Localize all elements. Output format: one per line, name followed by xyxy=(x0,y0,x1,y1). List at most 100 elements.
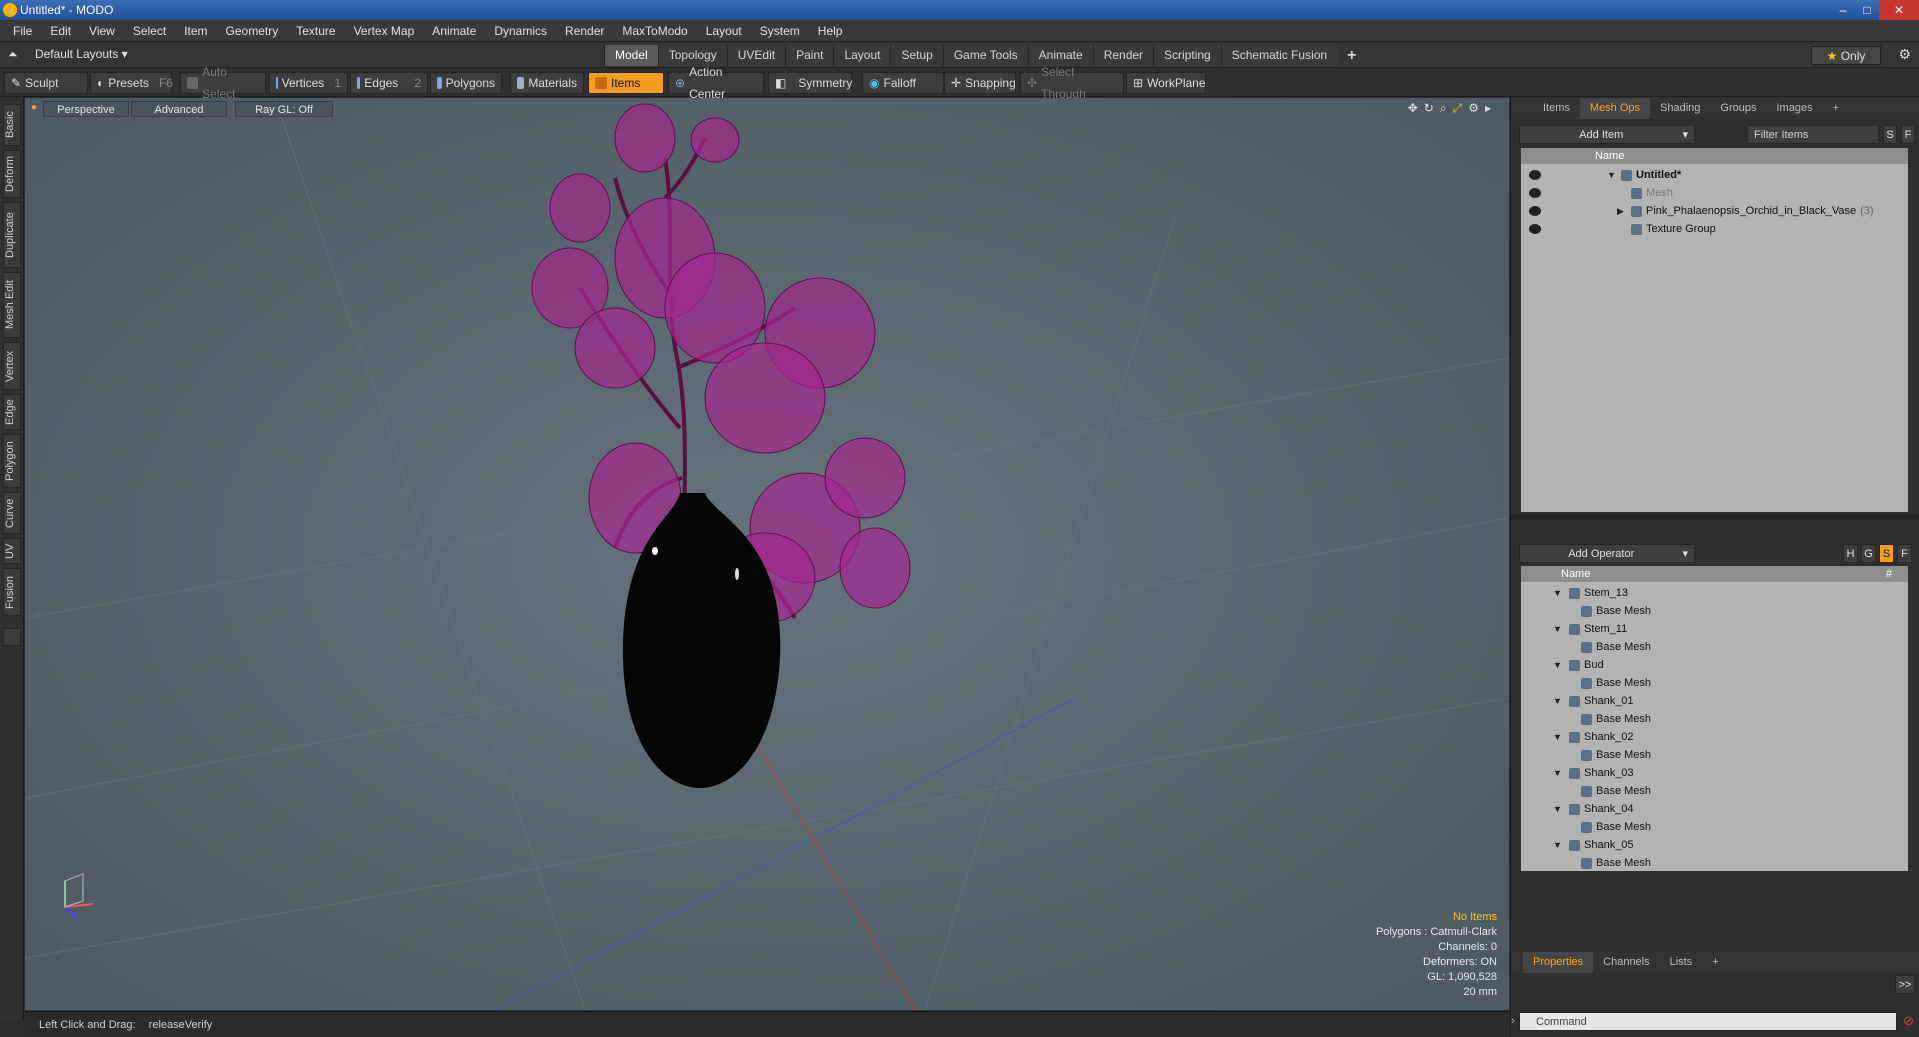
operator-child-row[interactable]: Base Mesh xyxy=(1521,638,1908,656)
vertices-button[interactable]: Vertices 1 xyxy=(269,72,348,94)
operator-row[interactable]: ▼ Shank_01 xyxy=(1521,692,1908,710)
visibility-eye-icon[interactable] xyxy=(1529,224,1541,234)
left-tab-mesh-edit[interactable]: Mesh Edit xyxy=(3,272,21,338)
viewport-arrow-icon[interactable]: ▸ xyxy=(1485,101,1491,116)
item-row[interactable]: Texture Group xyxy=(1521,220,1908,238)
symmetry-button[interactable]: ◧ Symmetry xyxy=(768,72,852,94)
props-tab-properties[interactable]: Properties xyxy=(1523,952,1594,973)
expand-triangle-icon[interactable]: ▼ xyxy=(1553,836,1562,854)
operator-child-row[interactable]: Base Mesh xyxy=(1521,782,1908,800)
stop-icon[interactable]: ⊘ xyxy=(1903,1013,1914,1029)
add-panel-tab-icon[interactable]: + xyxy=(1823,98,1849,119)
expand-triangle-icon[interactable]: ▼ xyxy=(1607,166,1616,184)
tab-setup[interactable]: Setup xyxy=(890,45,943,66)
visibility-eye-icon[interactable] xyxy=(1529,206,1541,216)
items-f-button[interactable]: F xyxy=(1901,125,1915,144)
minimize-icon[interactable]: – xyxy=(1831,0,1855,20)
add-item-button[interactable]: Add Item ▾ xyxy=(1519,125,1695,144)
collapse-triangle-icon[interactable]: ▶ xyxy=(1617,202,1624,220)
operator-child-row[interactable]: Base Mesh xyxy=(1521,818,1908,836)
pan-icon[interactable]: ✥ xyxy=(1408,101,1418,116)
falloff-button[interactable]: ◉ Falloff xyxy=(862,72,944,94)
sculpt-button[interactable]: ✎ Sculpt xyxy=(4,72,88,94)
3d-viewport[interactable]: ● Perspective Advanced Ray GL: Off ✥ ↻ ⌕… xyxy=(25,98,1509,1010)
menu-item-select[interactable]: Select xyxy=(124,24,175,38)
menu-item-system[interactable]: System xyxy=(751,24,809,38)
viewport-menu-icon[interactable]: ● xyxy=(31,102,37,113)
left-tab-vertex[interactable]: Vertex xyxy=(3,342,21,390)
left-tab-basic[interactable]: Basic xyxy=(3,104,21,146)
left-tab-polygon[interactable]: Polygon xyxy=(3,434,21,488)
tab-game-tools[interactable]: Game Tools xyxy=(942,45,1028,66)
tab-paint[interactable]: Paint xyxy=(785,45,834,66)
add-operator-button[interactable]: Add Operator ▾ xyxy=(1519,544,1695,563)
props-tab-channels[interactable]: Channels xyxy=(1593,952,1659,973)
workplane-button[interactable]: ⊞ WorkPlane xyxy=(1126,72,1206,94)
menu-item-help[interactable]: Help xyxy=(809,24,852,38)
menu-item-geometry[interactable]: Geometry xyxy=(217,24,288,38)
tab-model[interactable]: Model xyxy=(604,45,658,66)
menu-item-vertex-map[interactable]: Vertex Map xyxy=(345,24,424,38)
left-tab-duplicate[interactable]: Duplicate xyxy=(3,202,21,268)
menu-item-file[interactable]: File xyxy=(4,24,41,38)
panel-tab-shading[interactable]: Shading xyxy=(1650,98,1710,119)
left-tab-curve[interactable]: Curve xyxy=(3,492,21,534)
expand-triangle-icon[interactable]: ▼ xyxy=(1553,728,1562,746)
settings-gear-icon[interactable]: ⚙ xyxy=(1898,46,1911,63)
operator-row[interactable]: ▼ Stem_11 xyxy=(1521,620,1908,638)
auto-select-button[interactable]: Auto Select xyxy=(180,65,266,101)
left-tab-uv[interactable]: UV xyxy=(3,538,21,564)
panel-tab-mesh-ops[interactable]: Mesh Ops xyxy=(1579,98,1651,119)
tab-scripting[interactable]: Scripting xyxy=(1153,45,1221,66)
action-center-button[interactable]: ⊕ Action Center xyxy=(668,65,764,101)
expand-triangle-icon[interactable]: ▼ xyxy=(1553,584,1562,602)
operator-row[interactable]: ▼ Shank_02 xyxy=(1521,728,1908,746)
viewport-gear-icon[interactable]: ⚙ xyxy=(1468,101,1479,116)
menu-item-animate[interactable]: Animate xyxy=(423,24,485,38)
operator-row[interactable]: ▼ Shank_04 xyxy=(1521,800,1908,818)
operator-child-row[interactable]: Base Mesh xyxy=(1521,854,1908,871)
command-input[interactable]: Command xyxy=(1519,1012,1897,1031)
ops-s-button[interactable]: S xyxy=(1879,544,1894,563)
menu-item-dynamics[interactable]: Dynamics xyxy=(485,24,556,38)
snapping-button[interactable]: ✛ Snapping xyxy=(944,72,1016,94)
operator-child-row[interactable]: Base Mesh xyxy=(1521,710,1908,728)
menu-item-layout[interactable]: Layout xyxy=(697,24,751,38)
presets-button[interactable]: ◐ Presets F6 xyxy=(90,72,173,94)
menu-item-render[interactable]: Render xyxy=(556,24,613,38)
panel-tab-items[interactable]: Items xyxy=(1533,98,1580,119)
filter-items-input[interactable]: Filter Items xyxy=(1747,125,1879,144)
operator-row[interactable]: ▼ Shank_03 xyxy=(1521,764,1908,782)
expand-button[interactable]: >> xyxy=(1895,975,1915,994)
perspective-button[interactable]: Perspective xyxy=(43,101,129,117)
menu-item-maxtomodo[interactable]: MaxToModo xyxy=(613,24,696,38)
menu-item-item[interactable]: Item xyxy=(175,24,216,38)
expand-triangle-icon[interactable]: ▼ xyxy=(1553,764,1562,782)
panel-tab-groups[interactable]: Groups xyxy=(1710,98,1766,119)
layout-selector[interactable]: ⏶ Default Layouts ▾ xyxy=(8,47,128,62)
item-row[interactable]: ▼ Untitled* xyxy=(1521,166,1908,184)
items-s-button[interactable]: S xyxy=(1883,125,1897,144)
polygons-button[interactable]: Polygons xyxy=(430,72,502,94)
ops-h-button[interactable]: H xyxy=(1843,544,1858,563)
rotate-icon[interactable]: ↻ xyxy=(1424,101,1434,116)
operator-row[interactable]: ▼ Bud xyxy=(1521,656,1908,674)
tab-layout[interactable]: Layout xyxy=(833,45,891,66)
left-strip-toggle[interactable] xyxy=(3,628,21,646)
tab-schematic-fusion[interactable]: Schematic Fusion xyxy=(1220,45,1338,66)
props-tab-lists[interactable]: Lists xyxy=(1660,952,1703,973)
ops-g-button[interactable]: G xyxy=(1861,544,1876,563)
operator-child-row[interactable]: Base Mesh xyxy=(1521,674,1908,692)
visibility-eye-icon[interactable] xyxy=(1529,188,1541,198)
menu-item-view[interactable]: View xyxy=(80,24,124,38)
item-row[interactable]: ▶ Pink_Phalaenopsis_Orchid_in_Black_Vase(… xyxy=(1521,202,1908,220)
maximize-viewport-icon[interactable]: ⤢ xyxy=(1453,101,1463,116)
operator-child-row[interactable]: Base Mesh xyxy=(1521,746,1908,764)
materials-button[interactable]: Materials xyxy=(510,72,584,94)
advanced-button[interactable]: Advanced xyxy=(131,101,227,117)
left-tab-deform[interactable]: Deform xyxy=(3,150,21,198)
items-button[interactable]: Items xyxy=(588,72,664,94)
ops-f-button[interactable]: F xyxy=(1897,544,1912,563)
expand-triangle-icon[interactable]: ▼ xyxy=(1553,620,1562,638)
menu-item-edit[interactable]: Edit xyxy=(41,24,80,38)
